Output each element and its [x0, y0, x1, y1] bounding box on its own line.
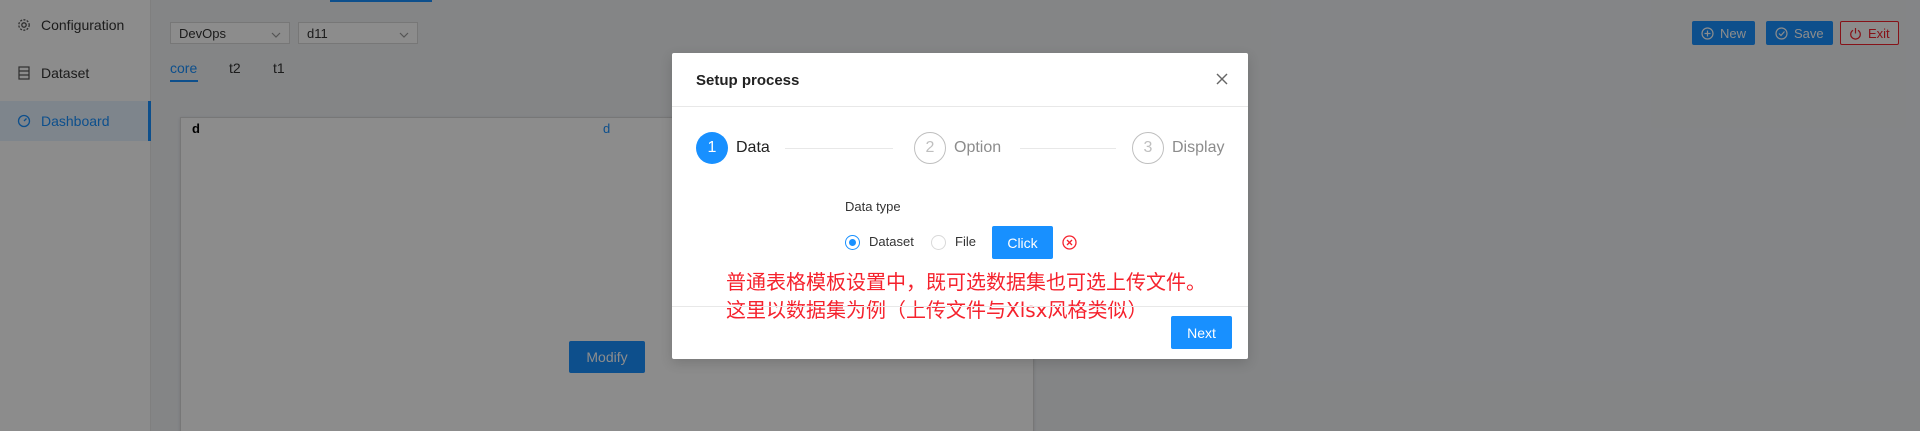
radio-file-label[interactable]: File [955, 234, 976, 249]
setup-process-modal: Setup process 1 Data 2 Option 3 Display … [672, 53, 1248, 359]
step-2-label: Option [954, 139, 1002, 156]
step-3-circle: 3 [1132, 132, 1164, 164]
annotation-line-2: 这里以数据集为例（上传文件与Xlsx风格类似） [726, 298, 1148, 322]
next-button[interactable]: Next [1171, 316, 1232, 349]
step-connector [785, 148, 893, 149]
step-3-label: Display [1172, 139, 1225, 156]
step-1-label: Data [736, 139, 770, 156]
modal-footer-divider [672, 306, 1248, 307]
close-icon[interactable] [1214, 71, 1230, 87]
radio-dataset[interactable] [845, 235, 860, 250]
radio-file[interactable] [931, 235, 946, 250]
annotation-line-1: 普通表格模板设置中，既可选数据集也可选上传文件。 [726, 270, 1206, 294]
modal-title: Setup process [696, 72, 800, 89]
radio-dataset-label[interactable]: Dataset [869, 234, 914, 249]
step-connector [1020, 148, 1116, 149]
data-type-label: Data type [845, 199, 901, 214]
modal-header: Setup process [672, 53, 1248, 107]
click-button[interactable]: Click [992, 226, 1053, 259]
close-circle-icon[interactable] [1062, 235, 1077, 250]
step-2-circle: 2 [914, 132, 946, 164]
step-1-circle: 1 [696, 132, 728, 164]
